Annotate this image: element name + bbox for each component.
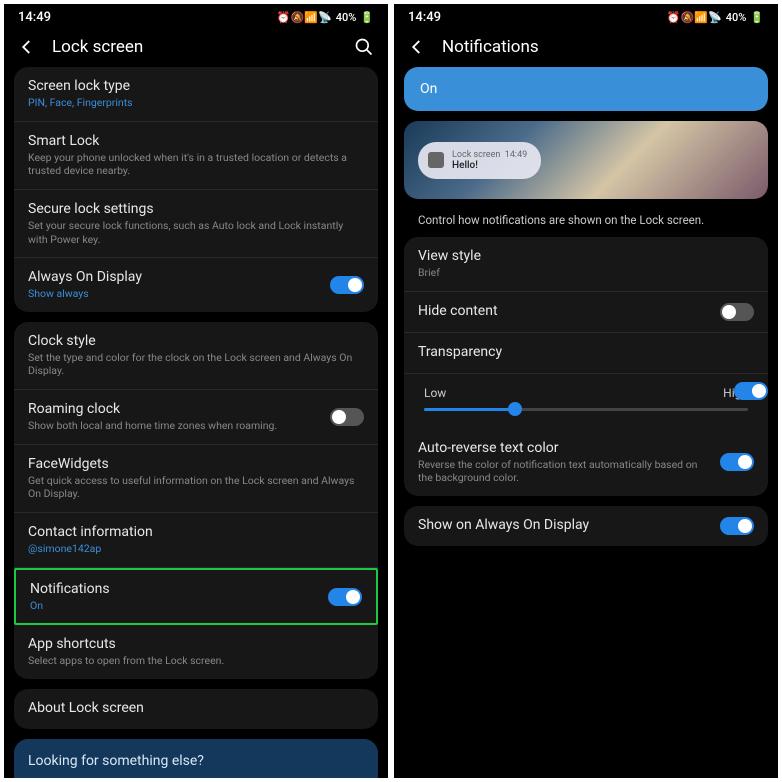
item-facewidgets[interactable]: FaceWidgetsGet quick access to useful in… [14, 445, 378, 513]
looking-title: Looking for something else? [28, 753, 364, 769]
status-time: 14:49 [18, 10, 51, 25]
content: On Lock screen 14:49 Hello! Control how … [394, 67, 778, 778]
item-contact-information[interactable]: Contact information@simone142ap [14, 513, 378, 568]
card-1: Screen lock typePIN, Face, FingerprintsS… [14, 67, 378, 312]
slider-low: Low [424, 386, 446, 400]
back-icon[interactable] [18, 38, 36, 56]
showaod-toggle[interactable] [720, 517, 754, 535]
item-auto-reverse[interactable]: Auto-reverse text color Reverse the colo… [404, 429, 768, 496]
content: Screen lock typePIN, Face, FingerprintsS… [4, 67, 388, 778]
toggle[interactable] [330, 276, 364, 294]
notification-preview: Lock screen 14:49 Hello! [404, 121, 768, 199]
item-about[interactable]: About Lock screen [14, 689, 378, 729]
item-smart-lock[interactable]: Smart LockKeep your phone unlocked when … [14, 122, 378, 190]
item-secure-lock-settings[interactable]: Secure lock settingsSet your secure lock… [14, 190, 378, 258]
header: Notifications [394, 27, 778, 67]
page-title: Lock screen [52, 37, 338, 57]
search-icon[interactable] [354, 37, 374, 57]
back-icon[interactable] [408, 38, 426, 56]
toggle[interactable] [328, 588, 362, 606]
card-2: Clock styleSet the type and color for th… [14, 322, 378, 679]
description: Control how notifications are shown on t… [404, 209, 768, 237]
transparency-slider[interactable] [424, 408, 748, 411]
transparency-slider-row: Low High [404, 374, 768, 429]
card-settings: View style Brief Hide content Transparen… [404, 237, 768, 496]
item-view-style[interactable]: View style Brief [404, 237, 768, 292]
on-label: On [420, 81, 437, 97]
item-always-on-display[interactable]: Always On DisplayShow always [14, 258, 378, 312]
on-toggle[interactable] [734, 382, 768, 400]
phone-right: 14:49 ⏰🔕📶📡 40% 🔋 Notifications On Lock s… [394, 4, 778, 778]
toggle[interactable] [330, 408, 364, 426]
card-aod: Show on Always On Display [404, 506, 768, 546]
status-icons: ⏰🔕📶📡 40% 🔋 [277, 11, 374, 24]
preview-bubble: Lock screen 14:49 Hello! [418, 142, 541, 179]
item-notifications[interactable]: NotificationsOn [14, 568, 378, 626]
phone-left: 14:49 ⏰🔕📶📡 40% 🔋 Lock screen Screen lock… [4, 4, 388, 778]
status-time: 14:49 [408, 10, 441, 25]
item-roaming-clock[interactable]: Roaming clockShow both local and home ti… [14, 390, 378, 445]
preview-app-icon [428, 152, 444, 168]
autoreverse-toggle[interactable] [720, 453, 754, 471]
item-transparency: Transparency [404, 333, 768, 374]
status-icons: ⏰🔕📶📡 40% 🔋 [667, 11, 764, 24]
item-app-shortcuts[interactable]: App shortcutsSelect apps to open from th… [14, 625, 378, 679]
status-bar: 14:49 ⏰🔕📶📡 40% 🔋 [4, 4, 388, 27]
status-bar: 14:49 ⏰🔕📶📡 40% 🔋 [394, 4, 778, 27]
hide-toggle[interactable] [720, 303, 754, 321]
looking-card: Looking for something else? Face recogni… [14, 739, 378, 778]
on-banner[interactable]: On [404, 67, 768, 111]
item-show-aod[interactable]: Show on Always On Display [404, 506, 768, 546]
page-title: Notifications [442, 37, 764, 57]
header: Lock screen [4, 27, 388, 67]
item-hide-content[interactable]: Hide content [404, 292, 768, 333]
item-clock-style[interactable]: Clock styleSet the type and color for th… [14, 322, 378, 390]
item-screen-lock-type[interactable]: Screen lock typePIN, Face, Fingerprints [14, 67, 378, 122]
card-about: About Lock screen [14, 689, 378, 729]
